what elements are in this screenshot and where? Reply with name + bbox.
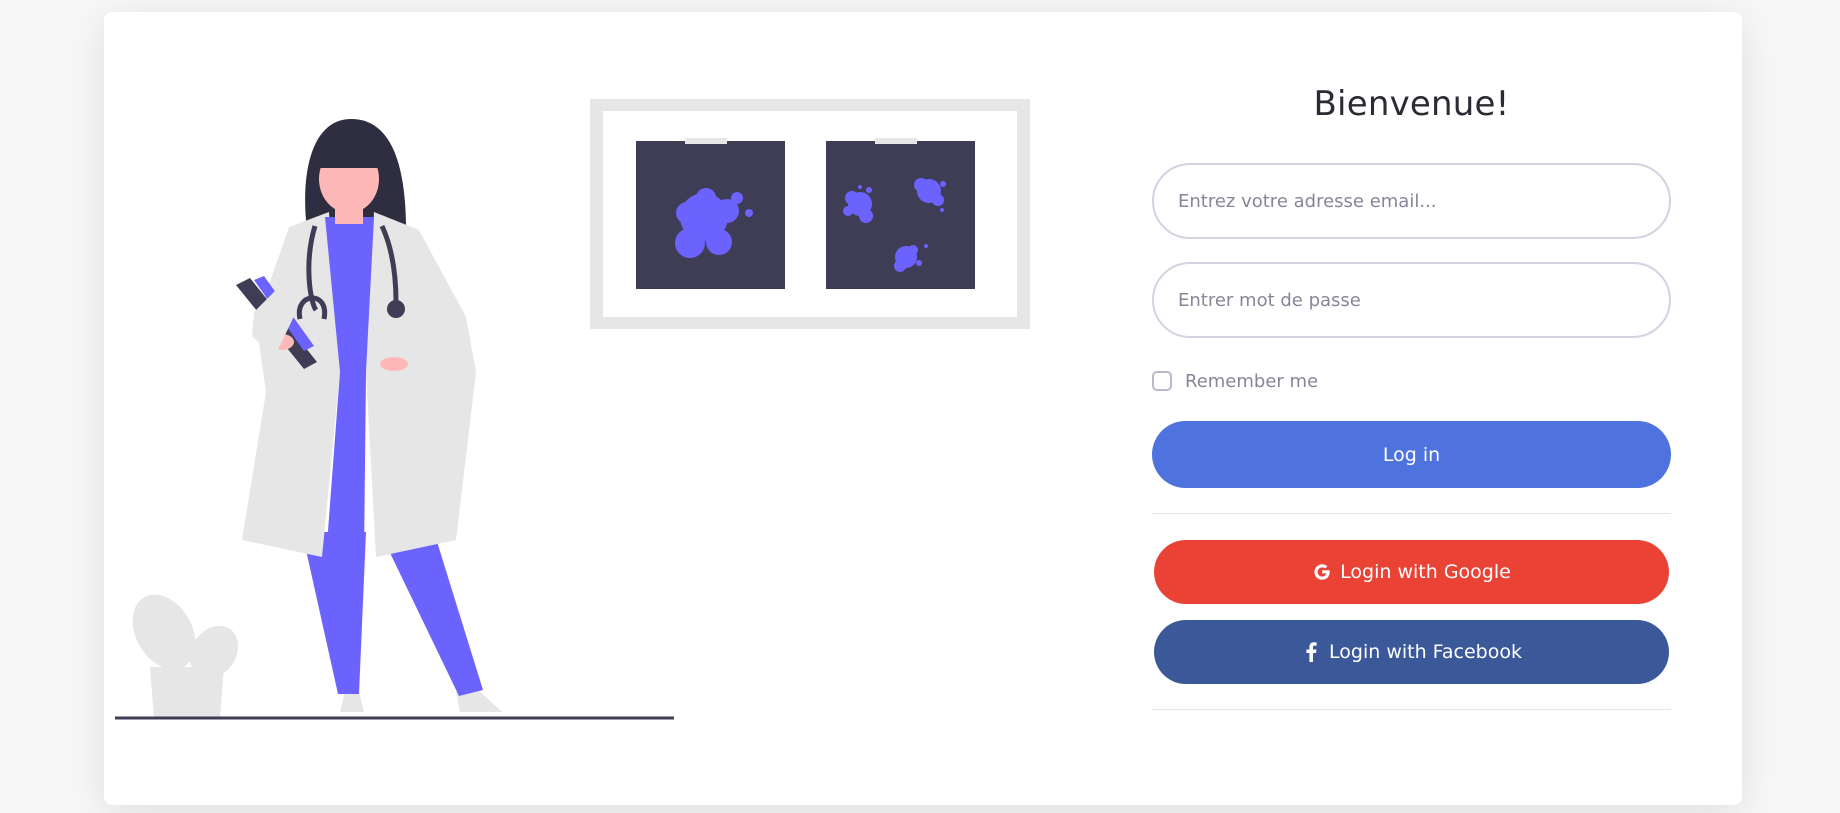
password-input[interactable] [1152,262,1671,338]
login-button[interactable]: Log in [1152,421,1671,488]
divider [1152,513,1671,514]
plant [132,594,239,718]
login-button-label: Log in [1382,443,1441,466]
facebook-login-label: Login with Facebook [1329,641,1522,663]
google-login-button[interactable]: Login with Google [1154,540,1669,604]
login-card: Bienvenue! Remember me Log in Login with… [104,12,1742,805]
remember-me[interactable]: Remember me [1152,368,1318,394]
remember-checkbox[interactable] [1152,371,1172,391]
xray-frame [590,99,1030,329]
login-panel: Bienvenue! Remember me Log in Login with… [1152,12,1671,805]
facebook-login-button[interactable]: Login with Facebook [1154,620,1669,684]
welcome-title: Bienvenue! [1313,84,1510,124]
remember-label[interactable]: Remember me [1185,371,1318,392]
google-login-label: Login with Google [1340,561,1511,583]
google-icon [1312,561,1332,583]
doctor-figure [236,118,502,712]
email-input[interactable] [1152,163,1671,239]
divider [1152,709,1671,710]
facebook-icon [1301,641,1321,663]
doctor-illustration [115,99,1030,720]
